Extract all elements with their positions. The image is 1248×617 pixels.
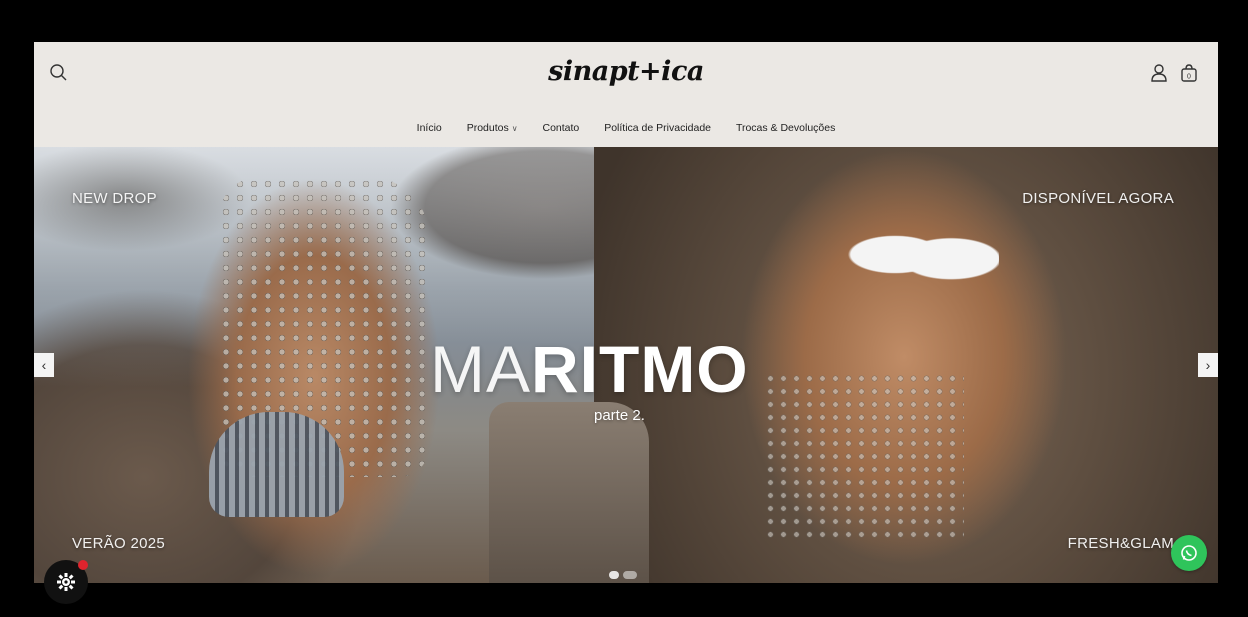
cart-count: 0 — [1187, 74, 1191, 81]
user-icon — [1151, 64, 1167, 82]
carousel-dots — [609, 571, 637, 579]
nav-item-label: Contato — [542, 122, 580, 134]
cart-button[interactable]: 0 — [1178, 62, 1200, 84]
hero-title-bold: RITMO — [531, 332, 749, 406]
hero-photo-rock-center — [489, 402, 649, 583]
nav-item-label: Política de Privacidade — [604, 122, 712, 134]
nav-item-label: Início — [416, 122, 442, 134]
hero-banner[interactable]: NEW DROP DISPONÍVEL AGORA VERÃO 2025 FRE… — [34, 147, 1218, 583]
gear-icon — [57, 573, 75, 591]
nav-item-label: Produtos — [466, 122, 509, 134]
carousel-dot[interactable] — [623, 571, 637, 579]
hero-tag-season: VERÃO 2025 — [72, 535, 166, 552]
hero-tag-available: DISPONÍVEL AGORA — [1022, 190, 1174, 207]
nav-item-produtos[interactable]: Produtos ∨ — [467, 122, 518, 134]
site-logo[interactable]: sinapt+ica — [34, 56, 1218, 87]
chevron-right-icon: › — [1205, 357, 1211, 373]
shopping-bag-icon: 0 — [1181, 64, 1197, 82]
whatsapp-icon — [1181, 545, 1197, 561]
carousel-next-button[interactable]: › — [1198, 353, 1218, 377]
nav-item-trocas[interactable]: Trocas & Devoluções — [736, 122, 835, 134]
nav-item-privacidade[interactable]: Política de Privacidade — [604, 122, 711, 134]
nav-item-label: Trocas & Devoluções — [735, 122, 836, 134]
chevron-down-icon: ∨ — [511, 124, 518, 133]
hero-subtitle: parte 2. — [594, 407, 645, 424]
carousel-dot[interactable] — [609, 571, 619, 579]
hero-title: MARITMO — [430, 331, 830, 407]
hero-title-light: MA — [430, 332, 531, 406]
notification-badge — [78, 560, 88, 570]
hero-photo-white-bikini — [839, 212, 999, 297]
chevron-left-icon: ‹ — [41, 357, 47, 373]
whatsapp-button[interactable] — [1171, 535, 1207, 571]
hero-photo-shell-clutch — [209, 412, 344, 517]
browser-viewport: sinapt+ica 0 Início Produtos ∨ Contato Po… — [34, 42, 1218, 583]
account-button[interactable] — [1148, 62, 1170, 84]
site-header: sinapt+ica 0 Início Produtos ∨ Contato Po… — [34, 42, 1218, 147]
carousel-prev-button[interactable]: ‹ — [34, 353, 54, 377]
nav-item-contato[interactable]: Contato — [543, 122, 580, 134]
hero-tag-new-drop: NEW DROP — [72, 190, 157, 207]
main-nav: Início Produtos ∨ Contato Política de Pri… — [34, 122, 1218, 134]
nav-item-inicio[interactable]: Início — [417, 122, 442, 134]
accessibility-widget-button[interactable] — [44, 560, 88, 604]
hero-tag-fresh-glam: FRESH&GLAM — [1067, 535, 1174, 552]
